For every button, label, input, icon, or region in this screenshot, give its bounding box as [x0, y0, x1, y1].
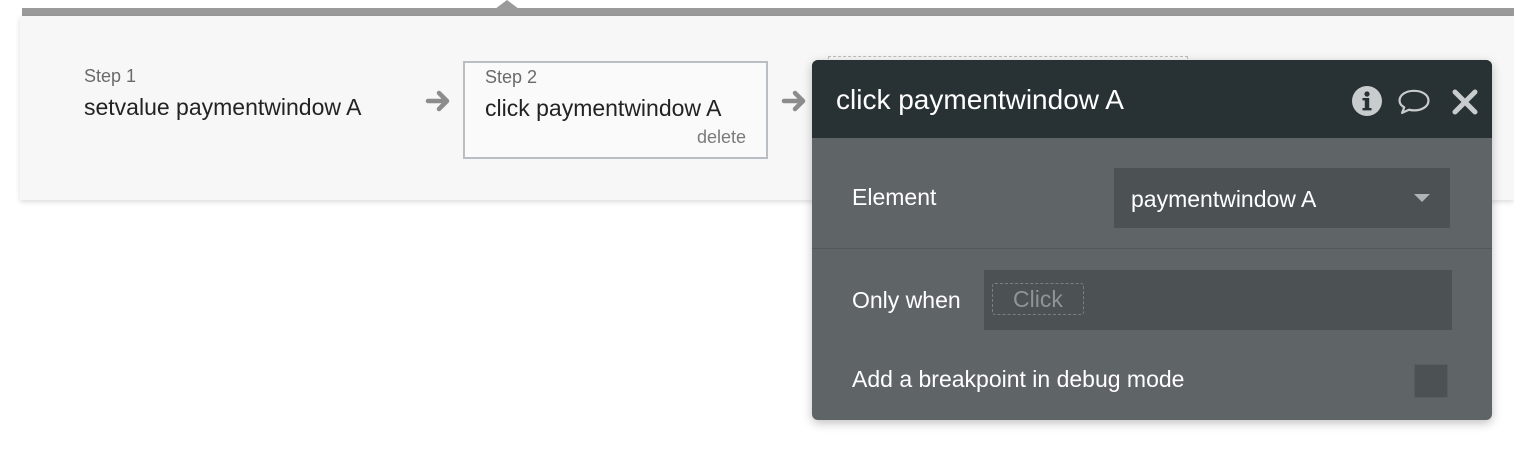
- workflow-step-2[interactable]: Step 2 click paymentwindow A delete: [463, 61, 768, 159]
- close-icon[interactable]: [1450, 87, 1480, 117]
- step-1-title: setvalue paymentwindow A: [84, 94, 362, 120]
- step-1-label: Step 1: [84, 66, 137, 86]
- action-editor-panel: click paymentwindow A Element paymentwin…: [812, 60, 1492, 420]
- divider: [812, 248, 1492, 249]
- condition-placeholder[interactable]: Click: [992, 283, 1084, 315]
- editor-title: click paymentwindow A: [836, 84, 1124, 115]
- workflow-step-1[interactable]: Step 1 setvalue paymentwindow A: [84, 62, 424, 156]
- top-bar: [22, 8, 1514, 16]
- breakpoint-checkbox[interactable]: [1414, 364, 1448, 398]
- info-icon[interactable]: [1350, 84, 1384, 118]
- element-label: Element: [852, 184, 937, 210]
- editor-header: click paymentwindow A: [812, 60, 1492, 138]
- pointer-notch: [495, 0, 519, 9]
- comment-icon[interactable]: [1397, 84, 1431, 118]
- step-2-title: click paymentwindow A: [485, 95, 722, 121]
- only-when-condition-input[interactable]: Click: [984, 270, 1452, 330]
- only-when-label: Only when: [852, 287, 961, 313]
- delete-step-link[interactable]: delete: [697, 127, 746, 148]
- element-dropdown-value: paymentwindow A: [1131, 186, 1317, 212]
- element-dropdown[interactable]: paymentwindow A: [1114, 168, 1450, 228]
- step-2-label: Step 2: [485, 67, 538, 87]
- arrow-right-icon: [781, 90, 806, 112]
- breakpoint-label: Add a breakpoint in debug mode: [852, 366, 1185, 392]
- arrow-right-icon: [425, 90, 450, 112]
- chevron-down-icon: [1414, 194, 1430, 202]
